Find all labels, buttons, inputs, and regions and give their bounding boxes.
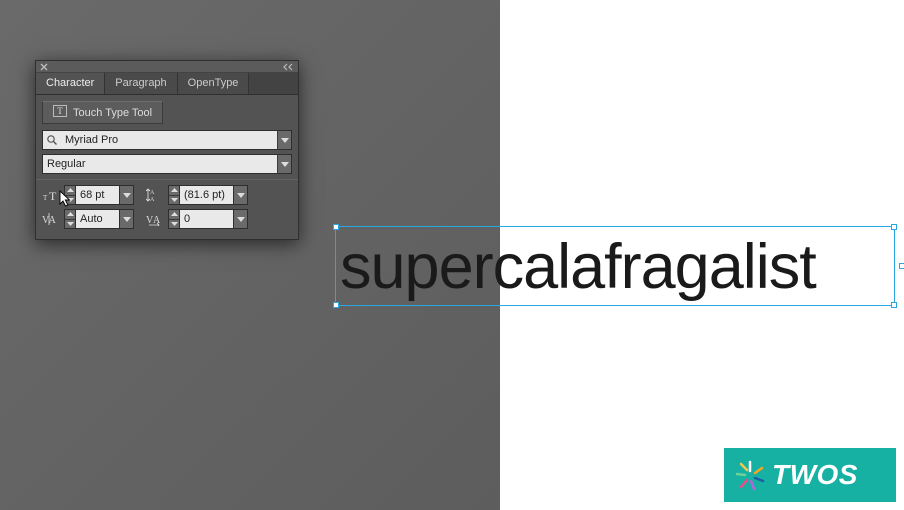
svg-text:T: T — [49, 189, 57, 202]
kerning-icon: VA — [42, 212, 58, 226]
chevron-down-icon — [237, 193, 245, 198]
touch-type-tool-label: Touch Type Tool — [73, 107, 152, 119]
chevron-down-icon — [281, 162, 289, 167]
selection-handle-outport[interactable] — [899, 263, 904, 269]
itwos-badge: TWOS — [724, 448, 896, 502]
panel-tabs: Character Paragraph OpenType — [36, 73, 298, 95]
tracking-value[interactable]: 0 — [180, 209, 234, 229]
text-object-content[interactable]: supercalafragalist — [336, 227, 894, 307]
font-size-value[interactable]: 68 pt — [76, 185, 120, 205]
font-style-field[interactable] — [42, 154, 292, 174]
step-up-icon[interactable] — [65, 186, 75, 196]
font-family-field[interactable] — [42, 130, 292, 150]
selection-handle-bottom-left[interactable] — [333, 302, 339, 308]
tab-paragraph[interactable]: Paragraph — [105, 73, 177, 94]
font-size-field[interactable]: 68 pt — [64, 185, 134, 205]
leading-stepper[interactable] — [168, 185, 180, 205]
font-style-dropdown-button[interactable] — [277, 155, 291, 173]
kerning-stepper[interactable] — [64, 209, 76, 229]
badge-text: TWOS — [772, 459, 858, 491]
font-size-dropdown-button[interactable] — [120, 185, 134, 205]
chevron-down-icon — [123, 193, 131, 198]
tracking-dropdown-button[interactable] — [234, 209, 248, 229]
touch-type-tool-button[interactable]: T Touch Type Tool — [42, 101, 163, 124]
selection-handle-top-right[interactable] — [891, 224, 897, 230]
panel-body: T Touch Type Tool — [36, 95, 298, 239]
leading-icon: A A — [146, 188, 162, 202]
step-up-icon[interactable] — [169, 186, 179, 196]
tracking-field[interactable]: 0 — [168, 209, 248, 229]
leading-dropdown-button[interactable] — [234, 185, 248, 205]
magnifier-icon — [43, 134, 61, 146]
font-style-input[interactable] — [43, 158, 277, 170]
spark-icon — [732, 457, 768, 493]
font-family-input[interactable] — [61, 134, 277, 146]
leading-value[interactable]: (81.6 pt) — [180, 185, 234, 205]
close-icon[interactable] — [40, 63, 48, 71]
leading-field[interactable]: (81.6 pt) — [168, 185, 248, 205]
text-object-bounding-box[interactable]: supercalafragalist — [335, 226, 895, 306]
chevron-down-icon — [281, 138, 289, 143]
step-up-icon[interactable] — [65, 210, 75, 220]
step-down-icon[interactable] — [65, 196, 75, 205]
svg-text:T: T — [43, 194, 48, 202]
chevron-down-icon — [237, 217, 245, 222]
chevron-down-icon — [123, 217, 131, 222]
tracking-icon: VA — [146, 212, 162, 226]
step-down-icon[interactable] — [169, 196, 179, 205]
svg-text:A: A — [150, 190, 155, 196]
svg-text:A: A — [49, 215, 57, 226]
panel-titlebar[interactable] — [36, 61, 298, 73]
font-size-icon: TT — [42, 188, 58, 202]
tab-character[interactable]: Character — [36, 73, 105, 94]
step-up-icon[interactable] — [169, 210, 179, 220]
svg-text:A: A — [153, 215, 161, 226]
step-down-icon[interactable] — [65, 220, 75, 229]
collapse-icon[interactable] — [282, 63, 294, 71]
step-down-icon[interactable] — [169, 220, 179, 229]
svg-text:T: T — [57, 106, 63, 116]
selection-handle-top-left[interactable] — [333, 224, 339, 230]
kerning-dropdown-button[interactable] — [120, 209, 134, 229]
font-family-dropdown-button[interactable] — [277, 131, 291, 149]
selection-handle-bottom-right[interactable] — [891, 302, 897, 308]
kerning-value[interactable]: Auto — [76, 209, 120, 229]
panel-separator — [36, 179, 298, 180]
kerning-field[interactable]: Auto — [64, 209, 134, 229]
tracking-stepper[interactable] — [168, 209, 180, 229]
tab-opentype[interactable]: OpenType — [178, 73, 250, 94]
font-size-stepper[interactable] — [64, 185, 76, 205]
svg-text:A: A — [150, 197, 155, 202]
touch-type-icon: T — [53, 105, 67, 120]
character-panel: Character Paragraph OpenType T Touch Typ… — [35, 60, 299, 240]
